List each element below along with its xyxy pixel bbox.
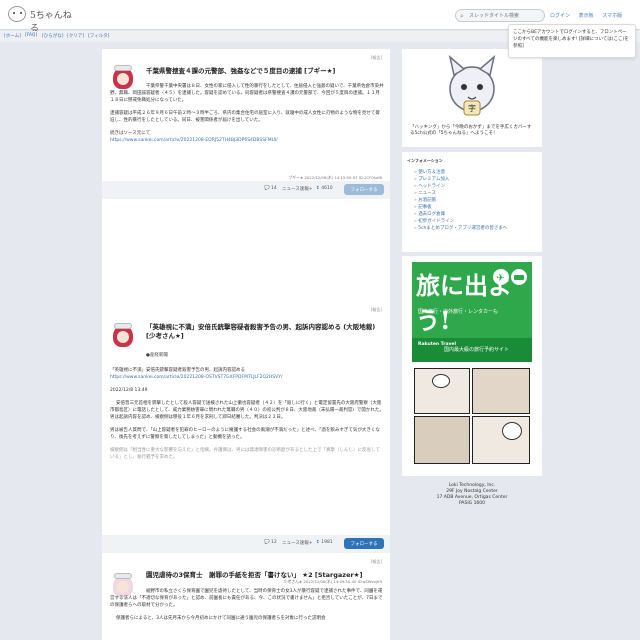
body-paragraph: 千葉県警千葉中央署は８日、女性の家に侵入して性的暴行をしたとして、住居侵入と強姦… <box>110 84 384 103</box>
thread-search[interactable]: ⌕ <box>455 9 545 22</box>
thread-body: 千葉県警千葉中央署は８日、女性の家に侵入して性的暴行をしたとして、住居侵入と強姦… <box>110 83 384 144</box>
nav-faq[interactable]: [FAQ] <box>25 33 37 38</box>
poster-avatar <box>110 323 136 351</box>
body-paragraph: 安倍晋三元首相を銃撃したとして殺人容疑で送検された山上徹也容疑者（４２）を「殺し… <box>110 401 384 420</box>
source-url[interactable]: https://www.sankei.com/article/20221208-… <box>110 374 384 381</box>
comment-count: 💬 12 <box>264 540 277 545</box>
thread-stat-bar: 💬 14 ニュース速報+ ↕ 4610 フォローする <box>102 181 390 199</box>
site-logo[interactable]: 5ちゃんねる <box>8 4 72 34</box>
thread-body: 裾野市の私立さくら保育園で園児を虐待したとして、当時の保育士の女3人が暴行容疑で… <box>110 588 384 628</box>
nav-clear[interactable]: [クリア] <box>67 33 84 39</box>
search-input[interactable] <box>469 11 543 21</box>
info-link[interactable]: 使い方＆注意 <box>414 169 507 176</box>
nav-filter[interactable]: [フィルタ] <box>88 33 109 39</box>
corp-line: PASIG 1600 <box>458 501 486 506</box>
logo-face-icon <box>8 6 26 22</box>
mascot-box: 字 「ハッキング」から「今晩のおかず」までを手広くカバーする5ch公式の「5ちゃ… <box>402 49 542 147</box>
info-link[interactable]: プレミアム加入 <box>414 176 507 183</box>
news-source: ●産経新聞 <box>146 353 168 358</box>
info-link[interactable]: 過去ログ倉庫 <box>414 211 507 218</box>
report-link[interactable]: [報告] <box>371 55 382 61</box>
thread-card: [報告] 園児虐待の3保育士 謝罪の手紙を拒否「書けない」 ★2 [Starga… <box>102 555 390 640</box>
thread-title[interactable]: 千葉県警捜査４課の元警部、強姦などで５度目の逮捕 [ブギー★] <box>146 67 382 76</box>
body-paragraph: 続きはソース元にて <box>110 131 151 136</box>
ad-subline: 国内旅行・海外旅行・レンタカーも <box>418 309 499 315</box>
thread-title[interactable]: 「英雄視に不満」安倍氏銃撃容疑者殺害予告の男、起訴内容認める (大阪地裁) [少… <box>146 323 382 341</box>
info-list: 使い方＆注意 プレミアム加入 ヘッドライン ニュース お酒記帳 記事板 過去ログ… <box>414 169 507 232</box>
info-link[interactable]: 5chまとめブログ・アプリ運営者の皆さまへ <box>414 225 507 232</box>
thread-feed: [報告] 千葉県警捜査４課の元警部、強姦などで５度目の逮捕 [ブギー★] 千葉県… <box>102 49 390 640</box>
thread-card: [報告] 「英雄視に不満」安倍氏銃撃容疑者殺害予告の男、起訴内容認める (大阪地… <box>102 301 390 584</box>
report-link[interactable]: [報告] <box>371 559 382 565</box>
ad-space <box>102 199 390 299</box>
info-link[interactable]: 記事板 <box>414 204 507 211</box>
view-count: ↕ 4610 <box>316 186 333 191</box>
thread-title[interactable]: 園児虐待の3保育士 謝罪の手紙を拒否「書けない」 ★2 [Stargazer★] <box>146 571 382 580</box>
svg-text:✈: ✈ <box>496 273 504 284</box>
source-url[interactable]: https://www.sankei.com/article/20221208-… <box>110 137 384 144</box>
info-box: インフォメーション 使い方＆注意 プレミアム加入 ヘッドライン ニュース お酒記… <box>402 152 542 252</box>
info-link[interactable]: ヘッドライン <box>414 183 507 190</box>
svg-text:字: 字 <box>468 103 476 113</box>
report-link[interactable]: [報告] <box>371 307 382 313</box>
post-date: 2022/12/8 13:49 <box>110 388 148 393</box>
mobile-link[interactable]: スマホ版 <box>602 13 622 19</box>
comment-count: 💬 14 <box>264 186 277 191</box>
board-link[interactable]: 表示板 <box>579 13 594 19</box>
body-paragraph: 検察側は「相当性に重大な影響を与えた」と指摘。弁護側は、男には発達障害の診断歴が… <box>110 448 380 460</box>
mascot-caption: 「ハッキング」から「今晩のおかず」までを手広くカバーする5ch公式の「5ちゃんね… <box>410 125 532 136</box>
info-link[interactable]: ニュース <box>414 190 507 197</box>
rakuten-travel-ad[interactable]: 旅に出よう! ✈ 国内旅行・海外旅行・レンタカーも Rakuten Travel… <box>412 262 532 362</box>
info-title: インフォメーション <box>407 158 443 163</box>
follow-button[interactable]: フォローする <box>344 184 384 195</box>
manga-ad[interactable] <box>412 366 532 466</box>
corp-address: Loki Technology, Inc. 29F Joy Nostalg Ce… <box>402 483 542 533</box>
top-links: ログイン 表示板 スマホ版 <box>550 12 629 19</box>
body-paragraph: 裾野市の私立さくら保育園で園児を虐待したとして、当時の保育士の女3人が暴行容疑で… <box>110 589 383 608</box>
thread-body: 「英雄視に不満」安倍氏銃撃容疑者殺害予告の男、起訴内容認める https://w… <box>110 367 384 467</box>
body-paragraph: 保護者らによると、3人は先月末から今月初めにかけて同園に通う園児の保護者らを対象… <box>116 616 326 621</box>
info-link[interactable]: お酒記帳 <box>414 197 507 204</box>
body-paragraph: 逮捕容疑は平成２６年９月６日午前２時～３時半ごろ、県内の集合住宅の居室に入り、就… <box>110 111 380 123</box>
nav-hiragana[interactable]: [ひらがな] <box>42 33 64 39</box>
body-paragraph: 男は被告人質問で、「山上容疑者を犯罪のヒーローのように擁護する社会の風潮が不満だ… <box>110 428 380 440</box>
search-icon: ⌕ <box>460 12 464 20</box>
board-link[interactable]: ニュース速報+ <box>282 186 313 192</box>
mascot-cat-icon: 字 <box>448 55 496 116</box>
quote-title: 「英雄視に不満」安倍氏銃撃容疑者殺害予告の男、起訴内容認める <box>110 368 245 373</box>
travel-icons: ✈ <box>493 269 527 285</box>
thread-stat-bar: 💬 12 ニュース速報+ ↕ 1981 フォローする <box>102 535 390 553</box>
login-tooltip: ここからBEアカウントでログインすると、フロントページのすべての機能を楽しめます… <box>508 24 636 58</box>
nav-home[interactable]: [ホーム] <box>4 33 21 39</box>
board-link[interactable]: ニュース速報+ <box>282 540 313 546</box>
thread-card: [報告] 千葉県警捜査４課の元警部、強姦などで５度目の逮捕 [ブギー★] 千葉県… <box>102 49 390 199</box>
login-link[interactable]: ログイン <box>550 13 570 19</box>
info-link[interactable]: 初歩ガイドライン <box>414 218 507 225</box>
ad-tagline: 国内最大級の旅行予約サイト <box>444 347 510 353</box>
view-count: ↕ 1981 <box>316 540 333 545</box>
follow-button[interactable]: フォローする <box>344 538 384 549</box>
